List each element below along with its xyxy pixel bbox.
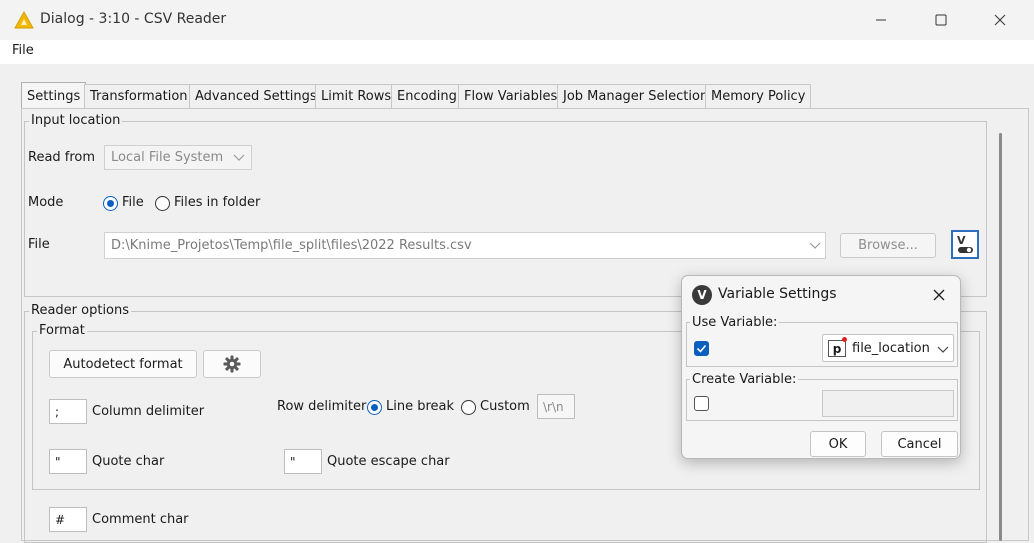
create-variable-title: Create Variable:: [690, 372, 799, 387]
quote-char-input[interactable]: ": [49, 449, 87, 474]
ok-button[interactable]: OK: [810, 431, 866, 457]
vertical-scrollbar[interactable]: [999, 133, 1002, 541]
chevron-down-icon: [937, 346, 949, 353]
use-variable-title: Use Variable:: [690, 315, 780, 330]
gear-icon: [223, 355, 241, 373]
path-variable-badge: p: [828, 340, 846, 357]
format-settings-button[interactable]: [203, 350, 261, 378]
mode-folder-label[interactable]: Files in folder: [174, 195, 260, 210]
read-from-label: Read from: [28, 150, 96, 165]
close-icon: [994, 14, 1006, 26]
file-path-field[interactable]: D:\Knime_Projetos\Temp\file_split\files\…: [104, 232, 826, 259]
mode-folder-radio[interactable]: [155, 196, 170, 211]
variable-dialog-close-button[interactable]: [929, 285, 949, 305]
autodetect-format-button[interactable]: Autodetect format: [49, 350, 197, 378]
variable-icon: V: [692, 285, 712, 305]
minimize-button[interactable]: [858, 0, 904, 40]
comment-char-label: Comment char: [92, 512, 189, 527]
file-path-value: D:\Knime_Projetos\Temp\file_split\files\…: [111, 238, 472, 253]
column-delimiter-input[interactable]: ;: [49, 399, 87, 424]
menu-file[interactable]: File: [12, 43, 34, 58]
tab-memory-policy[interactable]: Memory Policy: [705, 84, 812, 108]
flow-variable-icon: V: [957, 234, 973, 253]
file-label: File: [28, 237, 50, 252]
tab-encoding[interactable]: Encoding: [391, 84, 463, 108]
window-title: Dialog - 3:10 - CSV Reader: [40, 11, 227, 27]
create-variable-name-input[interactable]: [822, 390, 954, 417]
tab-flow-variables[interactable]: Flow Variables: [458, 84, 564, 108]
checkmark-icon: [696, 344, 707, 353]
read-from-dropdown[interactable]: Local File System: [104, 145, 252, 170]
variable-name-value: file_location: [852, 341, 930, 356]
read-from-value: Local File System: [111, 150, 224, 165]
column-delimiter-label: Column delimiter: [92, 404, 205, 419]
tab-limit-rows[interactable]: Limit Rows: [315, 84, 398, 108]
quote-escape-input[interactable]: ": [284, 449, 322, 474]
mode-label: Mode: [28, 195, 64, 210]
cancel-button[interactable]: Cancel: [881, 431, 958, 457]
variable-selector-dropdown[interactable]: p file_location: [822, 334, 954, 362]
quote-escape-label: Quote escape char: [327, 454, 450, 469]
flow-variable-button[interactable]: V: [951, 230, 979, 259]
close-window-button[interactable]: [977, 0, 1023, 40]
input-location-title: Input location: [29, 113, 123, 128]
minimize-icon: [876, 19, 886, 21]
tab-transformation[interactable]: Transformation: [84, 84, 194, 108]
svg-text:V: V: [957, 234, 966, 247]
tab-advanced-settings[interactable]: Advanced Settings: [189, 84, 323, 108]
custom-delimiter-input[interactable]: \r\n: [537, 394, 575, 419]
variable-settings-dialog: V Variable Settings Use Variable: p file…: [681, 275, 961, 459]
create-variable-checkbox[interactable]: [694, 396, 709, 411]
maximize-button[interactable]: [918, 0, 964, 40]
comment-char-input[interactable]: #: [49, 507, 87, 532]
browse-button[interactable]: Browse...: [840, 233, 936, 258]
format-title: Format: [37, 323, 87, 338]
maximize-icon: [935, 14, 947, 26]
reader-options-title: Reader options: [29, 303, 132, 318]
tab-job-manager-selection[interactable]: Job Manager Selection: [557, 84, 715, 108]
row-delimiter-label: Row delimiter: [277, 399, 367, 414]
mode-file-label[interactable]: File: [122, 195, 144, 210]
line-break-label[interactable]: Line break: [386, 399, 454, 414]
mode-file-radio[interactable]: [103, 196, 118, 211]
variable-settings-title: Variable Settings: [718, 286, 837, 302]
custom-delimiter-radio[interactable]: [461, 400, 476, 415]
line-break-radio[interactable]: [367, 400, 382, 415]
menu-bar: [0, 40, 1034, 64]
close-icon: [933, 289, 945, 301]
use-variable-checkbox[interactable]: [694, 341, 709, 356]
knime-app-icon: [14, 11, 34, 29]
chevron-down-icon: [809, 242, 821, 249]
chevron-down-icon: [233, 154, 245, 161]
custom-delimiter-label[interactable]: Custom: [480, 399, 530, 414]
quote-char-label: Quote char: [92, 454, 165, 469]
variable-badge-dot: [842, 337, 847, 342]
path-variable-badge-letter: p: [832, 341, 842, 356]
tab-settings[interactable]: Settings: [21, 82, 87, 109]
